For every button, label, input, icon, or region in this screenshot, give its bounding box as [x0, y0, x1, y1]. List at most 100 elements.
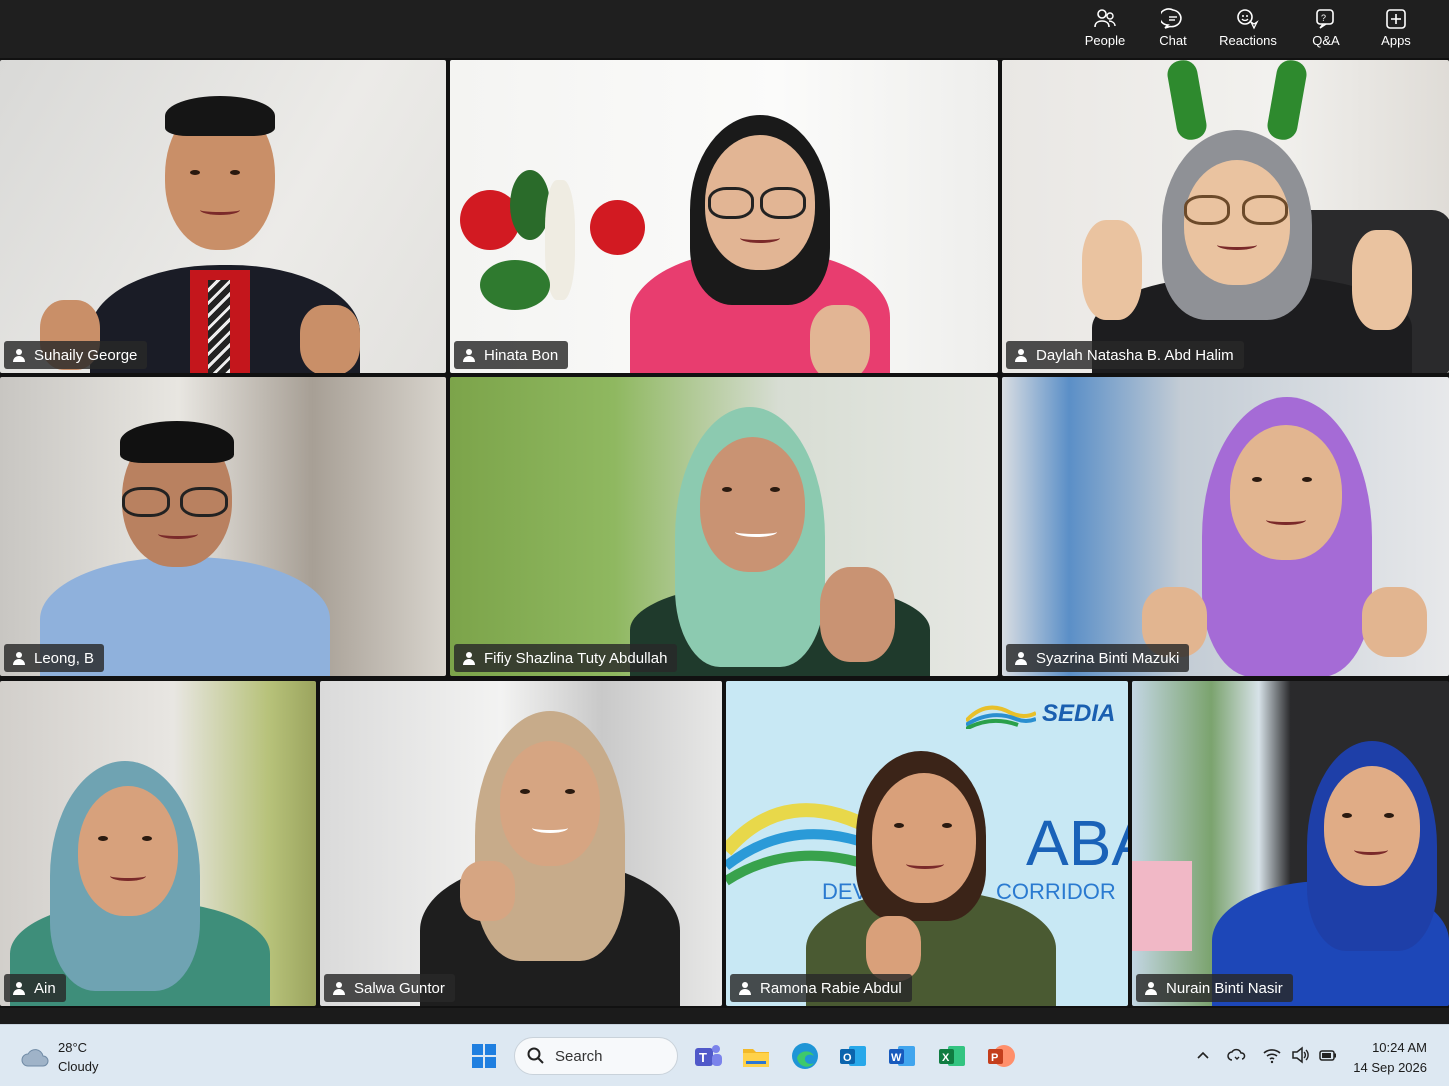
- participant-video: [1072, 60, 1432, 373]
- taskbar-search[interactable]: Search: [514, 1037, 678, 1075]
- video-tile-syazrina[interactable]: Syazrina Binti Mazuki: [1002, 377, 1449, 676]
- participant-name-tag: Nurain Binti Nasir: [1136, 974, 1293, 1002]
- windows-logo-icon: [472, 1044, 496, 1068]
- excel-icon: X: [939, 1046, 965, 1066]
- participant-name: Ain: [34, 979, 56, 997]
- wave-logo-icon: [966, 705, 1036, 729]
- person-icon: [1015, 652, 1027, 665]
- participant-name: Salwa Guntor: [354, 979, 445, 997]
- reactions-label: Reactions: [1219, 33, 1277, 48]
- people-icon: [1094, 9, 1116, 28]
- teams-icon: T: [695, 1045, 722, 1066]
- reactions-icon: [1237, 9, 1259, 30]
- powerpoint-button[interactable]: P: [985, 1040, 1017, 1072]
- pink-box: [1132, 861, 1192, 951]
- weather-widget[interactable]: 28°C Cloudy: [20, 1037, 98, 1077]
- video-tile-ramona[interactable]: SEDIA ABAH DEV CORRIDOR Ramona Rabie Abd…: [726, 681, 1128, 1006]
- people-label: People: [1084, 33, 1126, 48]
- participant-video: [620, 115, 950, 373]
- participant-name: Hinata Bon: [484, 346, 559, 364]
- word-icon: W: [889, 1046, 915, 1066]
- person-icon: [13, 652, 25, 665]
- wifi-button[interactable]: [1262, 1045, 1282, 1067]
- meeting-toolbar: People Chat Reactions ? Q&A Apps: [0, 0, 1449, 58]
- plus-box-icon: [1386, 9, 1406, 29]
- teams-app-button[interactable]: T: [692, 1040, 724, 1072]
- participant-name-tag: Ramona Rabie Abdul: [730, 974, 912, 1002]
- outlook-icon: O: [840, 1046, 866, 1066]
- cloud-icon: [21, 1049, 49, 1067]
- participant-video: [1142, 397, 1442, 676]
- search-placeholder: Search: [555, 1047, 603, 1065]
- weather-temperature: 28°C: [58, 1040, 88, 1055]
- qa-icon: ?: [1316, 9, 1334, 29]
- edge-icon: [792, 1043, 818, 1069]
- participant-video: [630, 407, 960, 676]
- participant-name: Daylah Natasha B. Abd Halim: [1036, 346, 1234, 364]
- video-tile-fifiy[interactable]: Fifiy Shazlina Tuty Abdullah: [450, 377, 998, 676]
- person-icon: [463, 349, 475, 362]
- participant-name-tag: Ain: [4, 974, 66, 1002]
- video-grid: Suhaily George Hinata Bon Daylah Natasha…: [0, 58, 1449, 1008]
- chevron-up-icon: [1197, 1051, 1209, 1059]
- participant-name: Syazrina Binti Mazuki: [1036, 649, 1180, 667]
- people-button[interactable]: People: [1071, 6, 1139, 52]
- chat-button[interactable]: Chat: [1139, 6, 1207, 52]
- svg-text:W: W: [891, 1052, 902, 1064]
- participant-name-tag: Suhaily George: [4, 341, 148, 369]
- search-icon: [527, 1047, 544, 1064]
- participant-video: [1212, 741, 1449, 1006]
- video-tile-nurain[interactable]: Nurain Binti Nasir: [1132, 681, 1449, 1006]
- video-tile-ain[interactable]: Ain: [0, 681, 316, 1006]
- sedia-logo-text: SEDIA: [1042, 700, 1116, 727]
- person-icon: [1015, 349, 1027, 362]
- start-button[interactable]: [468, 1040, 500, 1072]
- volume-button[interactable]: [1290, 1045, 1310, 1067]
- person-icon: [1145, 982, 1157, 995]
- video-tile-daylah[interactable]: Daylah Natasha B. Abd Halim: [1002, 60, 1449, 373]
- qa-label: Q&A: [1312, 33, 1340, 48]
- clock-date: 14 Sep 2026: [1353, 1060, 1427, 1075]
- video-tile-suhaily[interactable]: Suhaily George: [0, 60, 446, 373]
- svg-text:P: P: [991, 1052, 998, 1064]
- video-tile-leong[interactable]: Leong, B: [0, 377, 446, 676]
- svg-text:?: ?: [1321, 13, 1326, 23]
- reactions-button[interactable]: Reactions: [1214, 6, 1282, 52]
- participant-name-tag: Salwa Guntor: [324, 974, 455, 1002]
- participant-video: [420, 711, 700, 1006]
- chat-label: Chat: [1159, 33, 1187, 48]
- qa-button[interactable]: ? Q&A: [1292, 6, 1360, 52]
- weather-description: Cloudy: [58, 1059, 99, 1074]
- windows-taskbar: 28°C Cloudy Search T O W X P 10:24 AM 14…: [0, 1024, 1449, 1086]
- powerpoint-icon: P: [988, 1045, 1015, 1067]
- participant-video: [806, 751, 1066, 1006]
- person-icon: [13, 349, 25, 362]
- person-icon: [13, 982, 25, 995]
- participant-name-tag: Hinata Bon: [454, 341, 569, 369]
- edge-browser-button[interactable]: [789, 1040, 821, 1072]
- svg-text:X: X: [942, 1052, 950, 1064]
- word-button[interactable]: W: [886, 1040, 918, 1072]
- file-explorer-button[interactable]: [740, 1040, 772, 1072]
- battery-icon: [1319, 1050, 1336, 1061]
- participant-video: [40, 417, 340, 676]
- participant-name-tag: Fifiy Shazlina Tuty Abdullah: [454, 644, 678, 672]
- taskbar-clock[interactable]: 10:24 AM 14 Sep 2026: [1353, 1038, 1427, 1078]
- clock-time: 10:24 AM: [1372, 1040, 1427, 1055]
- participant-name: Suhaily George: [34, 346, 138, 364]
- speaker-icon: [1292, 1046, 1309, 1064]
- participant-name-tag: Leong, B: [4, 644, 105, 672]
- apps-button[interactable]: Apps: [1362, 6, 1430, 52]
- excel-button[interactable]: X: [936, 1040, 968, 1072]
- video-tile-salwa[interactable]: Salwa Guntor: [320, 681, 722, 1006]
- chat-icon: [1161, 8, 1182, 29]
- outlook-button[interactable]: O: [837, 1040, 869, 1072]
- svg-text:O: O: [843, 1052, 852, 1064]
- show-hidden-icons-button[interactable]: [1195, 1045, 1211, 1067]
- participant-name: Fifiy Shazlina Tuty Abdullah: [484, 649, 668, 667]
- onedrive-tray-button[interactable]: [1227, 1045, 1247, 1067]
- apps-label: Apps: [1381, 33, 1411, 48]
- battery-button[interactable]: [1318, 1045, 1338, 1067]
- person-icon: [739, 982, 751, 995]
- video-tile-hinata[interactable]: Hinata Bon: [450, 60, 998, 373]
